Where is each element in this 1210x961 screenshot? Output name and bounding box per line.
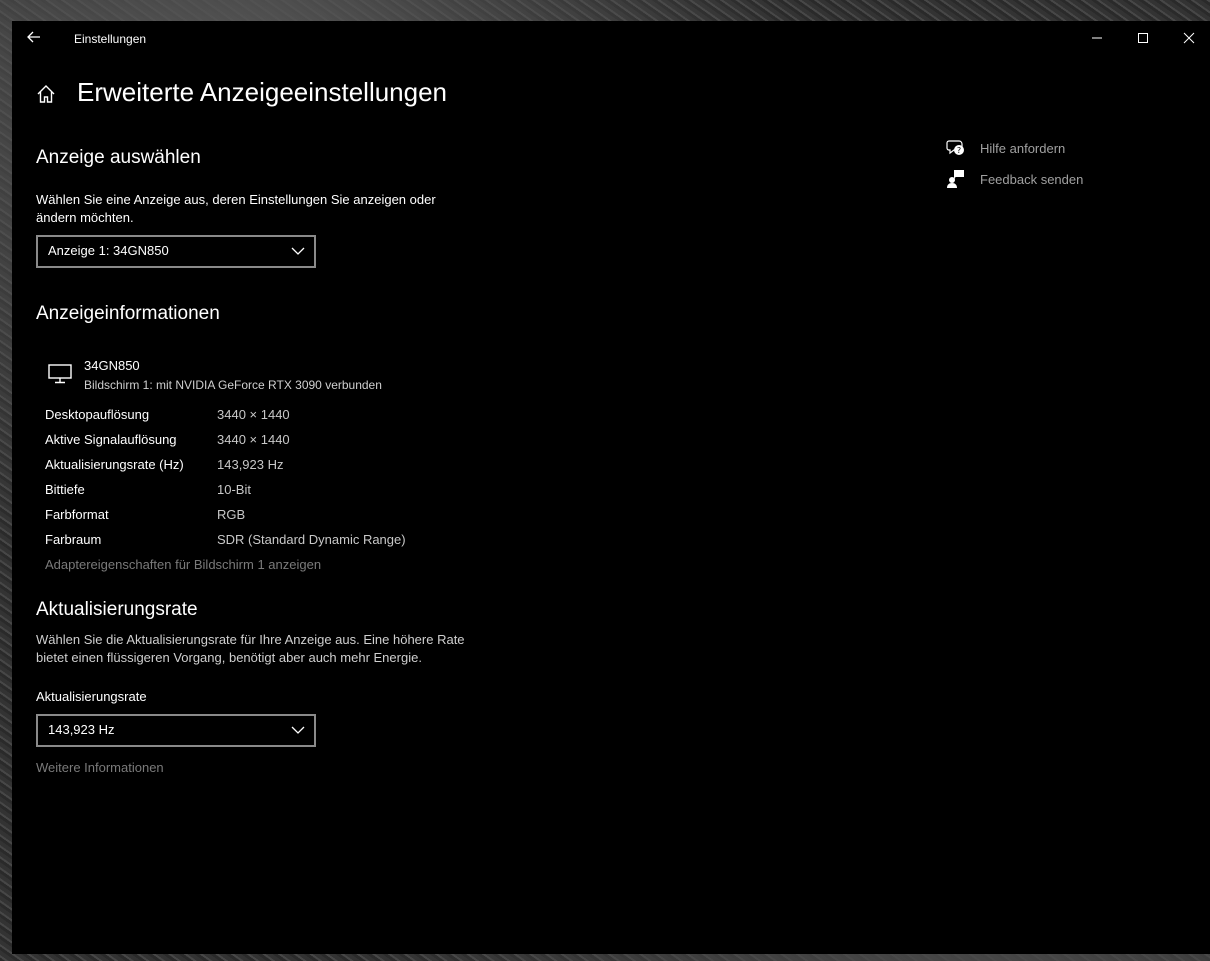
info-value: 143,923 Hz (217, 457, 284, 472)
close-button[interactable] (1166, 21, 1210, 55)
page-title: Erweiterte Anzeigeeinstellungen (77, 77, 448, 107)
select-display-heading: Anzeige auswählen (36, 147, 201, 168)
chevron-down-icon (291, 726, 305, 734)
monitor-subtitle: Bildschirm 1: mit NVIDIA GeForce RTX 309… (84, 378, 382, 392)
refresh-rate-description: Wählen Sie die Aktualisierungsrate für I… (36, 632, 465, 665)
monitor-icon (48, 364, 72, 384)
monitor-name: 34GN850 (84, 358, 140, 373)
info-key: Aktualisierungsrate (Hz) (45, 457, 184, 472)
back-button[interactable] (26, 29, 46, 47)
more-info-link[interactable]: Weitere Informationen (36, 760, 164, 775)
minimize-icon (1092, 37, 1102, 39)
info-value: 3440 × 1440 (217, 407, 290, 422)
info-key: Desktopauflösung (45, 407, 150, 422)
info-value: SDR (Standard Dynamic Range) (217, 532, 406, 547)
help-label: Hilfe anfordern (980, 141, 1066, 156)
refresh-rate-label: Aktualisierungsrate (36, 689, 147, 704)
maximize-icon (1138, 33, 1148, 43)
info-key: Farbraum (45, 532, 102, 547)
info-value: 3440 × 1440 (217, 432, 290, 447)
close-icon (1183, 32, 1195, 44)
feedback-label: Feedback senden (980, 172, 1084, 187)
home-icon (37, 85, 55, 103)
refresh-rate-select[interactable]: 143,923 Hz (36, 714, 316, 747)
app-title: Einstellungen (74, 32, 147, 46)
refresh-rate-heading: Aktualisierungsrate (36, 599, 198, 620)
display-info-heading: Anzeigeinformationen (36, 303, 220, 324)
help-chat-icon: ? (946, 140, 964, 155)
home-button[interactable] (36, 84, 56, 104)
refresh-rate-select-value: 143,923 Hz (48, 722, 115, 737)
title-bar: Einstellungen (12, 21, 1210, 55)
info-value: 10-Bit (217, 482, 251, 497)
info-value: RGB (217, 507, 246, 522)
svg-text:?: ? (957, 146, 961, 155)
maximize-button[interactable] (1120, 21, 1166, 55)
adapter-properties-link[interactable]: Adaptereigenschaften für Bildschirm 1 an… (45, 557, 321, 572)
settings-window: Einstellungen Erweiterte Anzeigeeinstell… (12, 21, 1210, 954)
info-key: Aktive Signalauflösung (45, 432, 177, 447)
info-key: Farbformat (45, 507, 109, 522)
feedback-person-icon (947, 170, 964, 188)
back-arrow-icon (27, 31, 40, 43)
display-select[interactable]: Anzeige 1: 34GN850 (36, 235, 316, 268)
display-select-value: Anzeige 1: 34GN850 (48, 243, 169, 258)
minimize-button[interactable] (1074, 21, 1120, 55)
chevron-down-icon (291, 247, 305, 255)
info-key: Bittiefe (45, 482, 85, 497)
select-display-description: Wählen Sie eine Anzeige aus, deren Einst… (36, 192, 436, 225)
